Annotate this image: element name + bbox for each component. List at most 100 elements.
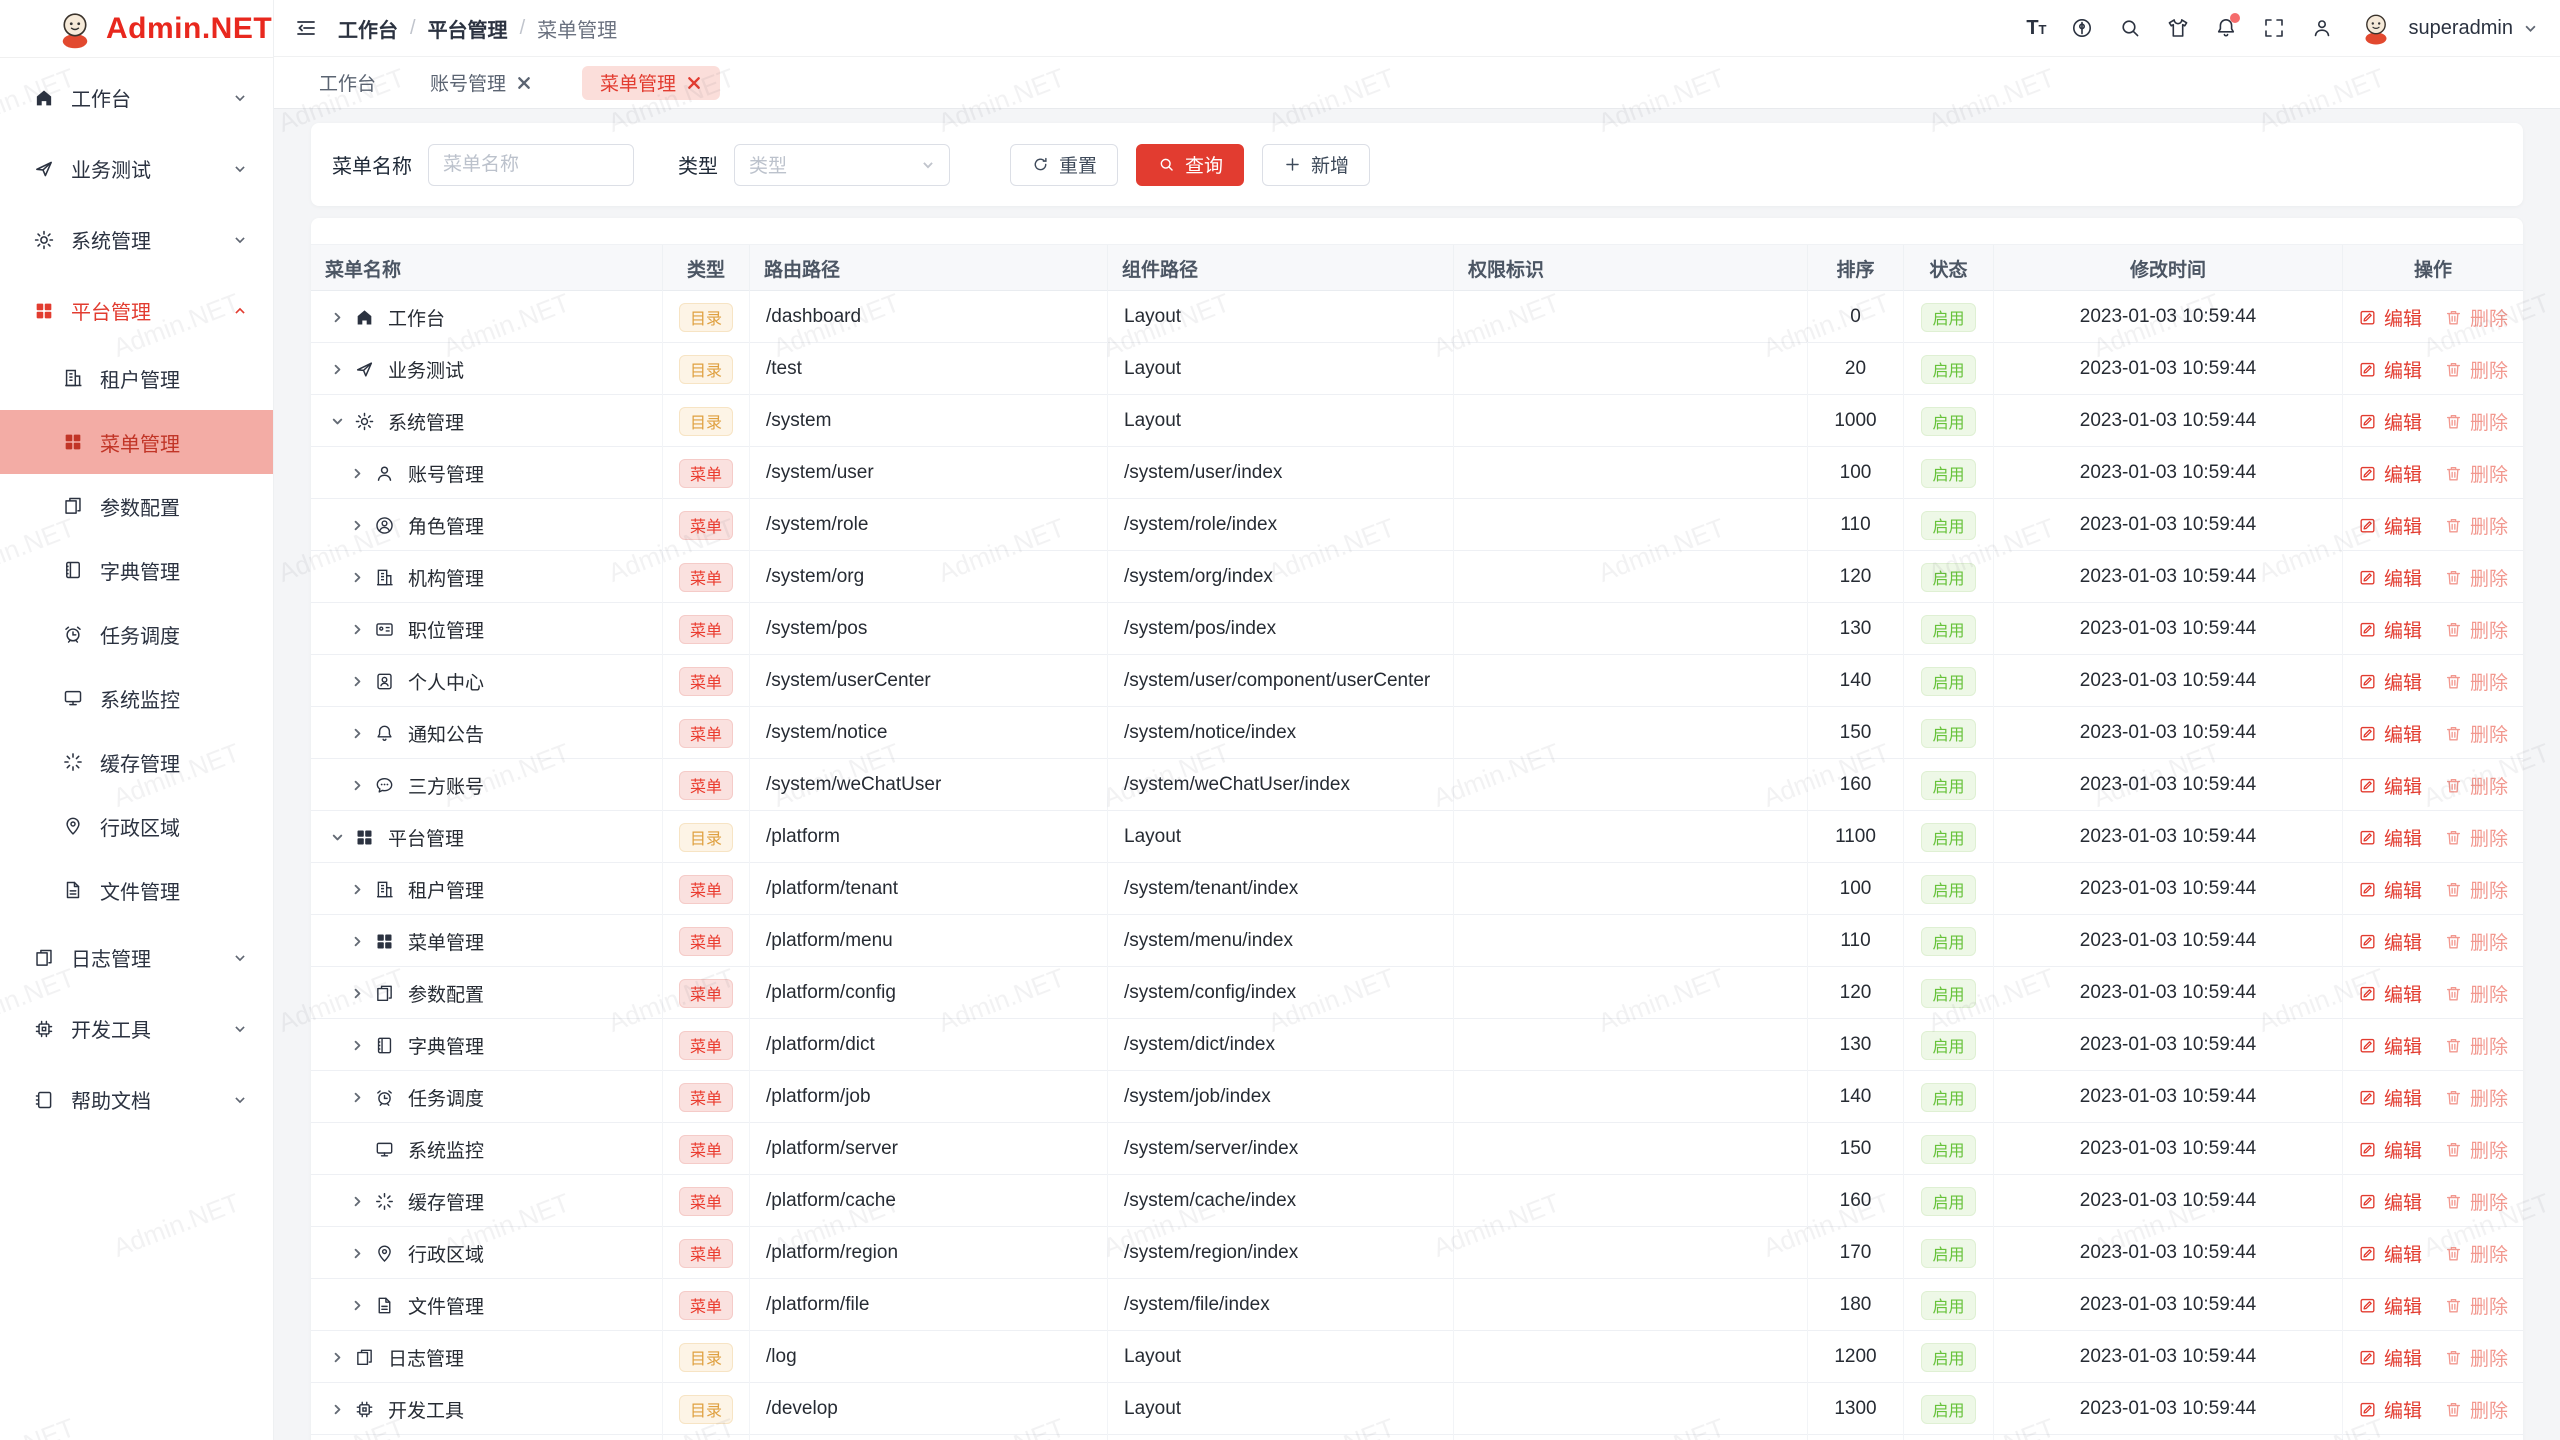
reset-button[interactable]: 重置 bbox=[1010, 144, 1118, 186]
edit-button[interactable]: 编辑 bbox=[2358, 824, 2422, 851]
expand-arrow-icon[interactable] bbox=[330, 310, 344, 324]
edit-button[interactable]: 编辑 bbox=[2358, 876, 2422, 903]
delete-button[interactable]: 删除 bbox=[2444, 1344, 2508, 1371]
user-menu[interactable]: superadmin bbox=[2358, 10, 2538, 46]
sidebar-item-行政区域[interactable]: 行政区域 bbox=[0, 794, 273, 858]
delete-button[interactable]: 删除 bbox=[2444, 304, 2508, 331]
edit-button[interactable]: 编辑 bbox=[2358, 1344, 2422, 1371]
expand-arrow-icon[interactable] bbox=[350, 1038, 364, 1052]
expand-arrow-icon[interactable] bbox=[330, 1402, 344, 1416]
notification-bell-icon[interactable] bbox=[2214, 16, 2238, 40]
delete-button[interactable]: 删除 bbox=[2444, 1084, 2508, 1111]
delete-button[interactable]: 删除 bbox=[2444, 408, 2508, 435]
delete-button[interactable]: 删除 bbox=[2444, 1032, 2508, 1059]
sidebar-item-参数配置[interactable]: 参数配置 bbox=[0, 474, 273, 538]
expand-arrow-icon[interactable] bbox=[330, 362, 344, 376]
edit-button[interactable]: 编辑 bbox=[2358, 356, 2422, 383]
edit-button[interactable]: 编辑 bbox=[2358, 408, 2422, 435]
delete-button[interactable]: 删除 bbox=[2444, 1292, 2508, 1319]
delete-button[interactable]: 删除 bbox=[2444, 1396, 2508, 1423]
delete-button[interactable]: 删除 bbox=[2444, 824, 2508, 851]
edit-button[interactable]: 编辑 bbox=[2358, 1188, 2422, 1215]
type-select[interactable]: 类型 bbox=[734, 144, 950, 186]
expand-arrow-icon[interactable] bbox=[350, 1298, 364, 1312]
fullscreen-icon[interactable] bbox=[2262, 16, 2286, 40]
search-button[interactable]: 查询 bbox=[1136, 144, 1244, 186]
delete-button[interactable]: 删除 bbox=[2444, 616, 2508, 643]
edit-button[interactable]: 编辑 bbox=[2358, 772, 2422, 799]
sidebar-item-租户管理[interactable]: 租户管理 bbox=[0, 346, 273, 410]
delete-button[interactable]: 删除 bbox=[2444, 668, 2508, 695]
edit-button[interactable]: 编辑 bbox=[2358, 1396, 2422, 1423]
sidebar-item-任务调度[interactable]: 任务调度 bbox=[0, 602, 273, 666]
expand-arrow-icon[interactable] bbox=[350, 622, 364, 636]
close-icon[interactable] bbox=[516, 75, 532, 91]
delete-button[interactable]: 删除 bbox=[2444, 980, 2508, 1007]
delete-button[interactable]: 删除 bbox=[2444, 720, 2508, 747]
edit-button[interactable]: 编辑 bbox=[2358, 980, 2422, 1007]
delete-button[interactable]: 删除 bbox=[2444, 1136, 2508, 1163]
collapse-menu-icon[interactable] bbox=[294, 16, 318, 40]
sidebar-item-帮助文档[interactable]: 帮助文档 bbox=[0, 1064, 273, 1135]
add-button[interactable]: 新增 bbox=[1262, 144, 1370, 186]
expand-arrow-icon[interactable] bbox=[350, 466, 364, 480]
font-size-icon[interactable]: TT bbox=[2026, 18, 2046, 38]
tab-account[interactable]: 账号管理 bbox=[426, 66, 536, 100]
breadcrumb-workbench[interactable]: 工作台 bbox=[338, 14, 398, 43]
edit-button[interactable]: 编辑 bbox=[2358, 1136, 2422, 1163]
edit-button[interactable]: 编辑 bbox=[2358, 1292, 2422, 1319]
tab-workbench[interactable]: 工作台 bbox=[315, 66, 380, 100]
close-icon[interactable] bbox=[686, 75, 702, 91]
expand-arrow-icon[interactable] bbox=[350, 570, 364, 584]
delete-button[interactable]: 删除 bbox=[2444, 772, 2508, 799]
sidebar-item-系统管理[interactable]: 系统管理 bbox=[0, 204, 273, 275]
delete-button[interactable]: 删除 bbox=[2444, 356, 2508, 383]
delete-button[interactable]: 删除 bbox=[2444, 1188, 2508, 1215]
edit-button[interactable]: 编辑 bbox=[2358, 512, 2422, 539]
edit-button[interactable]: 编辑 bbox=[2358, 720, 2422, 747]
expand-arrow-icon[interactable] bbox=[350, 778, 364, 792]
edit-button[interactable]: 编辑 bbox=[2358, 1240, 2422, 1267]
edit-button[interactable]: 编辑 bbox=[2358, 1084, 2422, 1111]
expand-arrow-icon[interactable] bbox=[350, 934, 364, 948]
delete-button[interactable]: 删除 bbox=[2444, 460, 2508, 487]
sidebar-item-日志管理[interactable]: 日志管理 bbox=[0, 922, 273, 993]
delete-button[interactable]: 删除 bbox=[2444, 564, 2508, 591]
edit-button[interactable]: 编辑 bbox=[2358, 668, 2422, 695]
delete-button[interactable]: 删除 bbox=[2444, 1240, 2508, 1267]
expand-arrow-icon[interactable] bbox=[350, 882, 364, 896]
sidebar-item-开发工具[interactable]: 开发工具 bbox=[0, 993, 273, 1064]
tab-menu[interactable]: 菜单管理 bbox=[582, 66, 720, 100]
search-icon[interactable] bbox=[2118, 16, 2142, 40]
expand-arrow-icon[interactable] bbox=[330, 830, 344, 844]
menu-name-input[interactable] bbox=[428, 144, 634, 186]
user-icon[interactable] bbox=[2310, 16, 2334, 40]
delete-button[interactable]: 删除 bbox=[2444, 876, 2508, 903]
sidebar-item-字典管理[interactable]: 字典管理 bbox=[0, 538, 273, 602]
layout-config-icon[interactable] bbox=[2070, 16, 2094, 40]
edit-button[interactable]: 编辑 bbox=[2358, 304, 2422, 331]
edit-button[interactable]: 编辑 bbox=[2358, 616, 2422, 643]
breadcrumb-platform[interactable]: 平台管理 bbox=[428, 14, 508, 43]
sidebar-item-业务测试[interactable]: 业务测试 bbox=[0, 133, 273, 204]
expand-arrow-icon[interactable] bbox=[350, 674, 364, 688]
sidebar-item-工作台[interactable]: 工作台 bbox=[0, 62, 273, 133]
expand-arrow-icon[interactable] bbox=[350, 518, 364, 532]
sidebar-item-缓存管理[interactable]: 缓存管理 bbox=[0, 730, 273, 794]
sidebar-item-系统监控[interactable]: 系统监控 bbox=[0, 666, 273, 730]
theme-tshirt-icon[interactable] bbox=[2166, 16, 2190, 40]
expand-arrow-icon[interactable] bbox=[350, 1090, 364, 1104]
expand-arrow-icon[interactable] bbox=[350, 986, 364, 1000]
edit-button[interactable]: 编辑 bbox=[2358, 928, 2422, 955]
expand-arrow-icon[interactable] bbox=[330, 414, 344, 428]
sidebar-item-文件管理[interactable]: 文件管理 bbox=[0, 858, 273, 922]
expand-arrow-icon[interactable] bbox=[330, 1350, 344, 1364]
expand-arrow-icon[interactable] bbox=[350, 1194, 364, 1208]
expand-arrow-icon[interactable] bbox=[350, 1246, 364, 1260]
sidebar-item-平台管理[interactable]: 平台管理 bbox=[0, 275, 273, 346]
expand-arrow-icon[interactable] bbox=[350, 726, 364, 740]
edit-button[interactable]: 编辑 bbox=[2358, 1032, 2422, 1059]
edit-button[interactable]: 编辑 bbox=[2358, 460, 2422, 487]
delete-button[interactable]: 删除 bbox=[2444, 928, 2508, 955]
sidebar-item-菜单管理[interactable]: 菜单管理 bbox=[0, 410, 273, 474]
